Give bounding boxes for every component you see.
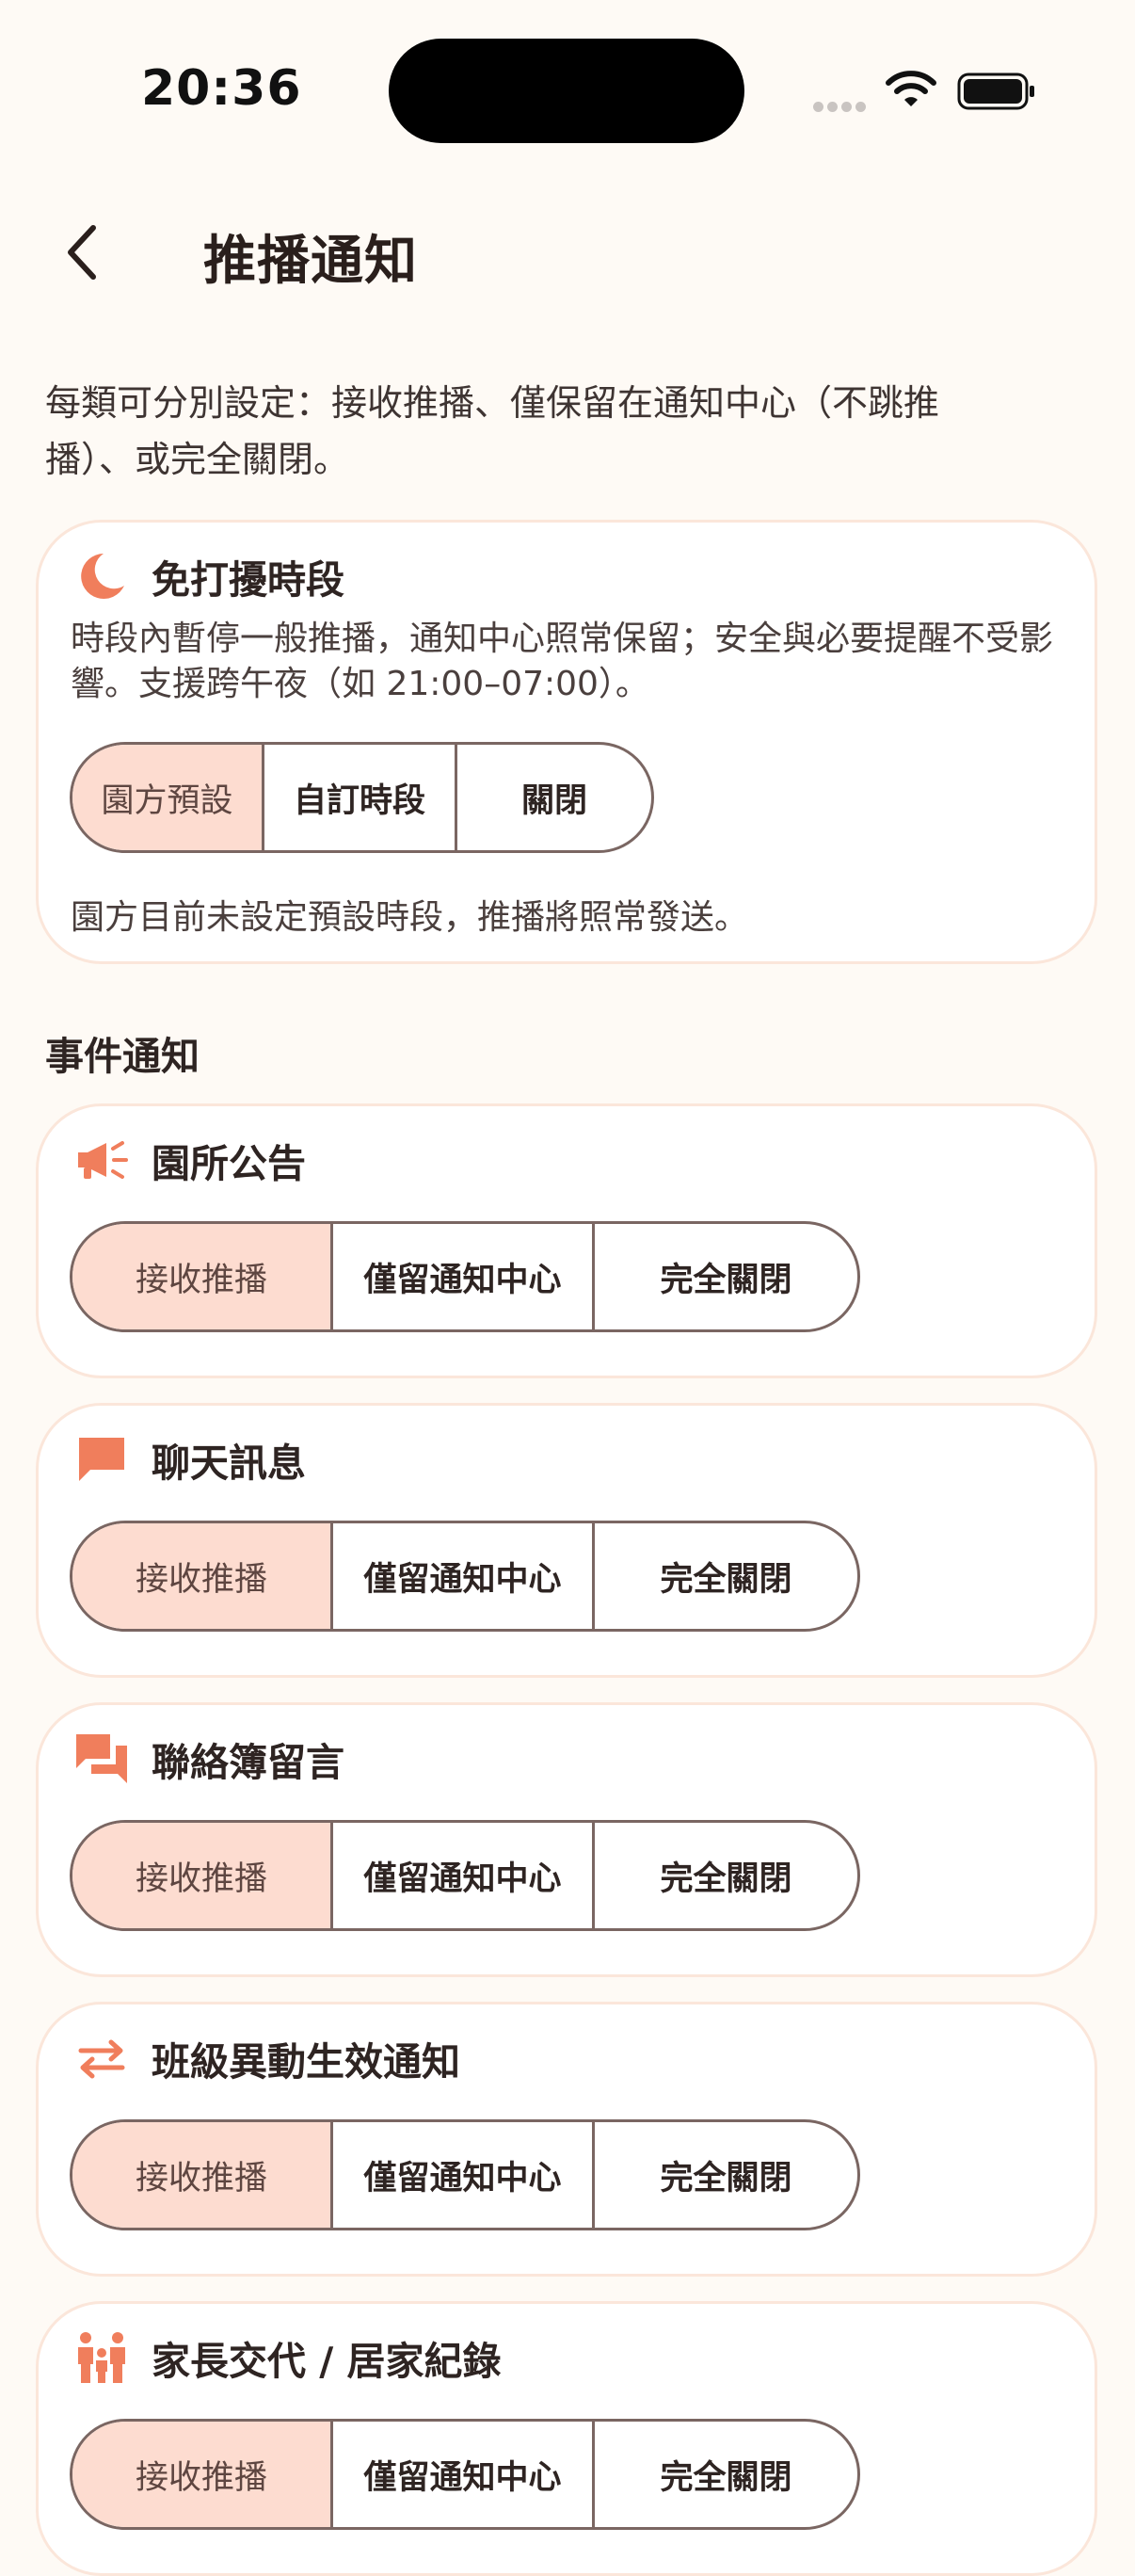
event-title: 聊天訊息 [152, 1441, 306, 1486]
event-card-parent-notes: 家長交代 / 居家紀錄 接收推播 僅留通知中心 完全關閉 [36, 2301, 1097, 2576]
event-card-announcements: 園所公告 接收推播 僅留通知中心 完全關閉 [36, 1103, 1097, 1378]
option-completely-off[interactable]: 完全關閉 [595, 1823, 857, 1928]
event-title: 聯絡簿留言 [152, 1740, 344, 1785]
notification-mode-selector: 接收推播 僅留通知中心 完全關閉 [70, 1221, 860, 1332]
option-completely-off[interactable]: 完全關閉 [595, 2122, 857, 2228]
option-school-default[interactable]: 園方預設 [72, 745, 265, 850]
event-card-contact-book: 聯絡簿留言 接收推播 僅留通知中心 完全關閉 [36, 1702, 1097, 1977]
intro-text: 每類可分別設定：接收推播、僅保留在通知中心（不跳推播）、或完全關閉。 [45, 382, 940, 480]
notification-mode-selector: 接收推播 僅留通知中心 完全關閉 [70, 1820, 860, 1931]
megaphone-icon [72, 1131, 131, 1189]
back-button[interactable] [49, 215, 115, 290]
notification-mode-selector: 接收推播 僅留通知中心 完全關閉 [70, 1521, 860, 1632]
section-title-events: 事件通知 [45, 1034, 200, 1079]
comments-icon [72, 1730, 131, 1788]
option-receive-push[interactable]: 接收推播 [72, 1823, 334, 1928]
wifi-icon [886, 71, 936, 106]
battery-icon [957, 72, 1034, 110]
option-completely-off[interactable]: 完全關閉 [595, 1523, 857, 1629]
chevron-left-icon [68, 225, 96, 280]
option-notification-center-only[interactable]: 僅留通知中心 [333, 2122, 596, 2228]
quiet-hours-description: 時段內暫停一般推播，通知中心照常保留；安全與必要提醒不受影響。支援跨午夜（如 2… [71, 620, 1054, 703]
cellular-signal-icon [813, 98, 870, 112]
quiet-hours-note: 園方目前未設定預設時段，推播將照常發送。 [71, 898, 749, 937]
event-title: 班級異動生效通知 [152, 2039, 460, 2085]
option-notification-center-only[interactable]: 僅留通知中心 [333, 1523, 596, 1629]
chat-bubble-icon [72, 1430, 131, 1489]
option-completely-off[interactable]: 完全關閉 [595, 2422, 857, 2527]
option-notification-center-only[interactable]: 僅留通知中心 [333, 1224, 596, 1329]
option-receive-push[interactable]: 接收推播 [72, 1523, 334, 1629]
option-custom-hours[interactable]: 自訂時段 [264, 745, 458, 850]
option-completely-off[interactable]: 完全關閉 [595, 1224, 857, 1329]
status-bar: 20:36 [0, 0, 1135, 179]
page-title: 推播通知 [203, 231, 418, 292]
event-card-chat-messages: 聊天訊息 接收推播 僅留通知中心 完全關閉 [36, 1403, 1097, 1678]
event-title: 園所公告 [152, 1141, 306, 1186]
option-receive-push[interactable]: 接收推播 [72, 1224, 334, 1329]
event-title: 家長交代 / 居家紀錄 [152, 2339, 502, 2384]
option-notification-center-only[interactable]: 僅留通知中心 [333, 2422, 596, 2527]
quiet-hours-selector: 園方預設 自訂時段 關閉 [70, 742, 654, 853]
notification-mode-selector: 接收推播 僅留通知中心 完全關閉 [70, 2419, 860, 2530]
option-off[interactable]: 關閉 [457, 745, 651, 850]
option-receive-push[interactable]: 接收推播 [72, 2122, 334, 2228]
swap-arrows-icon [72, 2029, 131, 2087]
family-icon [72, 2328, 131, 2387]
quiet-hours-title: 免打擾時段 [152, 557, 344, 603]
option-receive-push[interactable]: 接收推播 [72, 2422, 334, 2527]
quiet-hours-card: 免打擾時段 時段內暫停一般推播，通知中心照常保留；安全與必要提醒不受影響。支援跨… [36, 520, 1097, 964]
dynamic-island [389, 39, 744, 143]
notification-mode-selector: 接收推播 僅留通知中心 完全關閉 [70, 2119, 860, 2230]
status-time: 20:36 [141, 60, 302, 117]
moon-icon [72, 547, 131, 605]
option-notification-center-only[interactable]: 僅留通知中心 [333, 1823, 596, 1928]
event-card-class-change: 班級異動生效通知 接收推播 僅留通知中心 完全關閉 [36, 2002, 1097, 2277]
